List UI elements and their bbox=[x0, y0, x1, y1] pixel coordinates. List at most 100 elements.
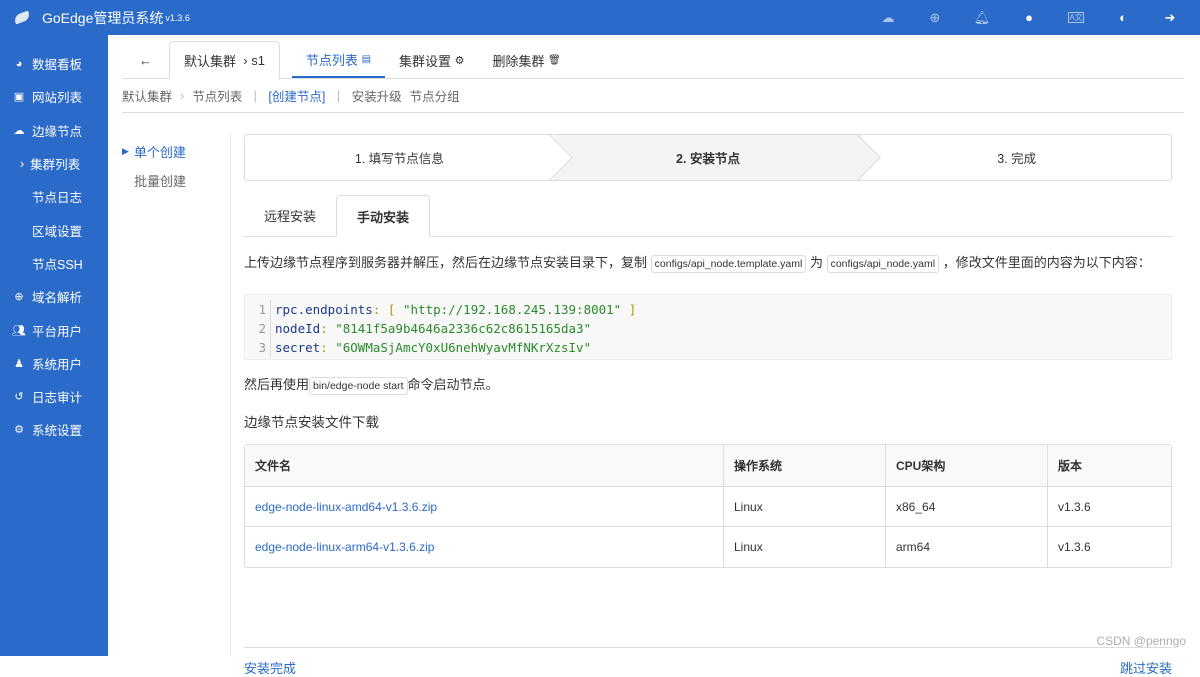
sidebar-label: 网站列表 bbox=[32, 91, 83, 106]
app-logo[interactable]: GoEdge管理员系统 v1.3.6 bbox=[0, 8, 190, 28]
step-label: 1. 填写节点信息 bbox=[354, 152, 444, 166]
then-text: 命令启动节点。 bbox=[407, 377, 499, 392]
download-table: 文件名 操作系统 CPU架构 版本 edge-node-linux-amd64-… bbox=[244, 444, 1172, 568]
sidebar-label: 日志审计 bbox=[32, 391, 83, 406]
server-icon: ▤ bbox=[361, 53, 372, 65]
download-link[interactable]: edge-node-linux-arm64-v1.3.6.zip bbox=[255, 540, 434, 554]
skip-install-link[interactable]: 跳过安装 bbox=[1120, 658, 1172, 677]
code-line: 1 rpc.endpoints: [ "http://192.168.245.13… bbox=[245, 300, 1171, 319]
tab-node-list[interactable]: 节点列表 ▤ bbox=[291, 42, 386, 78]
table-row: edge-node-linux-arm64-v1.3.6.zip Linux a… bbox=[245, 527, 1171, 567]
tab-manual-install[interactable]: 手动安装 bbox=[336, 195, 431, 237]
content: 1. 填写节点信息 2. 安装节点 3. 完成 远程安装 手动安装 上传边缘节点… bbox=[244, 134, 1172, 676]
breadcrumb-cluster[interactable]: 默认集群 bbox=[122, 86, 172, 105]
create-node-link[interactable]: [创建节点] bbox=[268, 86, 325, 105]
user-icon[interactable]: ● bbox=[1021, 10, 1037, 25]
col-arch: CPU架构 bbox=[885, 445, 1047, 487]
code-value: "http://192.168.245.139:8001" bbox=[402, 302, 622, 317]
sidebar-item-node-logs[interactable]: 节点日志 bbox=[0, 180, 108, 213]
sidebar-label: 系统设置 bbox=[32, 424, 83, 439]
cell-os: Linux bbox=[723, 487, 885, 527]
table-row: edge-node-linux-amd64-v1.3.6.zip Linux x… bbox=[245, 487, 1171, 527]
sidebar-label: 区域设置 bbox=[32, 224, 83, 239]
node-groups-link[interactable]: 节点分组 bbox=[410, 86, 460, 105]
command-code: bin/edge-node start bbox=[309, 377, 408, 395]
config-code-block[interactable]: 1 rpc.endpoints: [ "http://192.168.245.13… bbox=[244, 294, 1172, 360]
app-title: GoEdge管理员系统 bbox=[42, 9, 164, 26]
sub-nav: 默认集群 › 节点列表 | [创建节点] | 安装升级 节点分组 bbox=[122, 79, 1184, 113]
globe-icon[interactable]: ⊕ bbox=[927, 10, 943, 25]
create-mode-menu: ▶ 单个创建 批量创建 bbox=[122, 137, 230, 195]
then-text: 然后再使用 bbox=[244, 377, 310, 392]
cloud-icon[interactable]: ☁ bbox=[880, 10, 896, 25]
crumb-cluster: 默认集群 bbox=[184, 54, 237, 69]
desc-text: 上传边缘节点程序到服务器并解压，然后在边缘节点安装目录下，复制 bbox=[244, 255, 648, 270]
sidebar-item-clusters[interactable]: › 集群列表 bbox=[0, 147, 108, 180]
sidebar-item-dashboard[interactable]: ◕ 数据看板 bbox=[0, 47, 108, 80]
gear-icon: ⚙ bbox=[454, 54, 465, 67]
sidebar-item-edge-nodes[interactable]: ☁ 边缘节点 bbox=[0, 114, 108, 147]
cell-version: v1.3.6 bbox=[1047, 487, 1171, 527]
globe-icon: ⊕ bbox=[14, 291, 24, 304]
install-done-link[interactable]: 安装完成 bbox=[244, 658, 296, 677]
bell-icon[interactable]: 🔔︎ bbox=[974, 10, 991, 25]
watermark: CSDN @penngo bbox=[1096, 634, 1186, 648]
sidebar-item-system-users[interactable]: ♟ 系统用户 bbox=[0, 347, 108, 380]
sidebar-item-settings[interactable]: ⚙ 系统设置 bbox=[0, 413, 108, 446]
col-filename: 文件名 bbox=[245, 445, 723, 487]
logout-icon[interactable]: ➜ bbox=[1162, 10, 1178, 25]
tab-remote-install[interactable]: 远程安装 bbox=[244, 195, 336, 236]
tab-label: 节点列表 bbox=[305, 52, 358, 68]
step-3: 3. 完成 bbox=[862, 135, 1171, 180]
sidebar-label: 平台用户 bbox=[32, 324, 83, 339]
desc-text: 为 bbox=[809, 255, 823, 270]
code-value: "6OWMaSjAmcY0xU6nehWyavMfNKrXzsIv" bbox=[335, 340, 592, 355]
chevron-right-icon: › bbox=[20, 156, 25, 171]
line-number: 1 bbox=[245, 300, 271, 319]
code-bracket: ] bbox=[628, 302, 637, 317]
code-key: secret bbox=[275, 340, 321, 355]
download-link[interactable]: edge-node-linux-amd64-v1.3.6.zip bbox=[255, 500, 437, 514]
crumb-node: s1 bbox=[251, 53, 265, 68]
back-button[interactable]: ← bbox=[122, 42, 169, 78]
file-code: configs/api_node.template.yaml bbox=[650, 255, 807, 273]
code-key: nodeId bbox=[275, 321, 321, 336]
breadcrumb-node-list[interactable]: 节点列表 bbox=[192, 86, 242, 105]
language-icon[interactable]: A文 bbox=[1068, 12, 1084, 23]
desc-text: ，修改文件里面的内容为以下内容： bbox=[942, 255, 1151, 270]
sidebar-label: 域名解析 bbox=[32, 291, 83, 306]
users-icon: 👥︎ bbox=[12, 324, 26, 337]
cluster-crumb-tab[interactable]: 默认集群 › s1 bbox=[169, 41, 280, 79]
sidebar-item-audit-logs[interactable]: ↺ 日志审计 bbox=[0, 380, 108, 413]
sidebar-label: 系统用户 bbox=[32, 357, 83, 372]
clone-icon: ▣ bbox=[13, 91, 25, 104]
leaf-icon bbox=[12, 10, 32, 25]
sidebar-item-sites[interactable]: ▣ 网站列表 bbox=[0, 80, 108, 113]
single-create-item[interactable]: ▶ 单个创建 bbox=[122, 137, 230, 166]
batch-create-item[interactable]: 批量创建 bbox=[122, 166, 230, 195]
col-os: 操作系统 bbox=[723, 445, 885, 487]
tab-label: 集群设置 bbox=[399, 53, 452, 69]
sidebar-item-node-ssh[interactable]: 节点SSH bbox=[0, 247, 108, 280]
cell-arch: arm64 bbox=[885, 527, 1047, 567]
tab-cluster-settings[interactable]: 集群设置 ⚙ bbox=[385, 42, 479, 78]
sidebar-item-dns[interactable]: ⊕ 域名解析 bbox=[0, 280, 108, 313]
file-code: configs/api_node.yaml bbox=[826, 255, 940, 273]
col-version: 版本 bbox=[1047, 445, 1171, 487]
trash-icon: 🗑︎ bbox=[548, 54, 561, 66]
tab-delete-cluster[interactable]: 删除集群 🗑︎ bbox=[479, 42, 575, 78]
cell-os: Linux bbox=[723, 527, 885, 567]
user-secret-icon: ♟ bbox=[14, 357, 24, 370]
instructions: 上传边缘节点程序到服务器并解压，然后在边缘节点安装目录下，复制 configs/… bbox=[244, 249, 1169, 278]
sidebar-item-regions[interactable]: 区域设置 bbox=[0, 213, 108, 246]
cell-arch: x86_64 bbox=[885, 487, 1047, 527]
step-2: 2. 安装节点 bbox=[553, 135, 882, 180]
install-upgrade-link[interactable]: 安装升级 bbox=[352, 86, 402, 105]
line-number: 3 bbox=[245, 338, 271, 357]
sidebar-item-platform-users[interactable]: 👥︎ 平台用户 bbox=[0, 313, 108, 346]
contrast-icon[interactable]: ◐ bbox=[1115, 10, 1131, 25]
line-number: 2 bbox=[245, 319, 271, 338]
dashboard-icon: ◕ bbox=[15, 57, 23, 70]
sidebar-label: 数据看板 bbox=[32, 58, 83, 73]
table-header: 文件名 操作系统 CPU架构 版本 bbox=[245, 445, 1171, 487]
